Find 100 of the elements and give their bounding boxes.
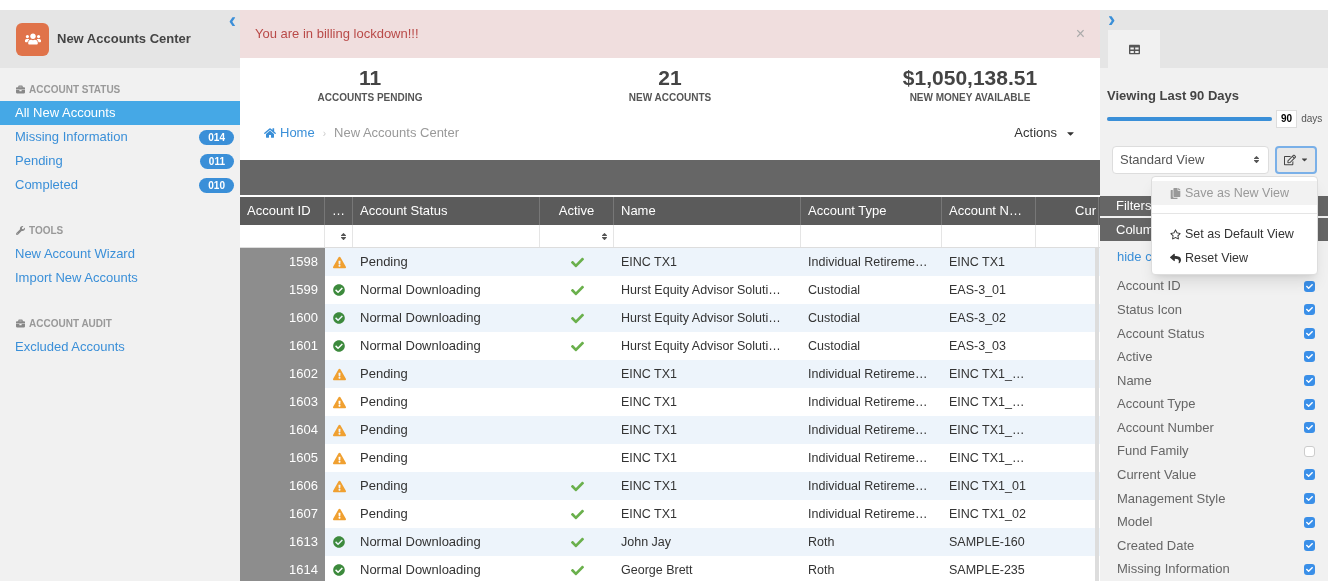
days-unit: days [1301,112,1323,126]
checkbox[interactable] [1304,280,1316,292]
account-id-cell: 1607 [240,500,325,528]
table-cell-text: Pending [359,449,409,468]
account-id-cell: 1603 [240,388,325,416]
stat-value: 21 [658,65,682,90]
table-cell-text: EINC TX1 [620,421,679,439]
stat-value: $1,050,138.51 [902,65,1038,90]
column-toggle-label: Current Value [1117,466,1197,485]
table-cell-text: EINC TX1_01 [948,477,1027,495]
table-cell-text: EAS-3_01 [948,281,1007,299]
stat-label: ACCOUNTS PENDING [317,90,423,105]
sidebar-item[interactable]: Pending 011 [0,149,240,173]
table-cell-text: Roth [807,561,836,579]
sidebar-item[interactable]: Missing Information 014 [0,125,240,149]
table-cell-text: EINC TX1_02 [948,505,1027,523]
warning-icon [332,507,346,521]
table-cell-text: SAMPLE-235 [948,561,1026,579]
checkbox[interactable] [1304,469,1316,481]
table-cell-text: Individual Retireme… [807,421,929,439]
edit-view-button[interactable] [1275,145,1317,174]
account-id-cell: 1598 [240,248,325,276]
table-row[interactable]: 1607 Pending EINC TX1 Individual Retireme… EINC TX1_02 [240,500,1100,528]
account-id-cell: 1606 [240,472,325,500]
menu-item[interactable]: Set as Default View [1152,222,1317,246]
table-row[interactable]: 1601 Normal Downloading Hurst Equity Advisor Soluti… Custodial EAS-3_03 [240,332,1100,360]
slider-fill[interactable] [1107,116,1272,121]
table-cell-text: Hurst Equity Advisor Soluti… [620,309,782,327]
account-id-cell: 1599 [240,276,325,304]
table-row[interactable]: 1614 Normal Downloading George Brett Roth SAMPLE-235 [240,556,1100,581]
account-id-cell: 1614 [240,556,325,581]
home-icon [264,127,276,139]
checkbox[interactable] [1304,445,1316,457]
stat-value: 11 [358,65,382,90]
table-cell-text: Custodial [807,281,862,299]
sort-icon[interactable] [339,231,348,241]
days-input[interactable]: 90 [1276,109,1298,128]
count-badge: 011 [199,153,234,169]
table-row[interactable]: 1600 Normal Downloading Hurst Equity Advisor Soluti… Custodial EAS-3_02 [240,304,1100,332]
table-tab[interactable] [1108,30,1160,68]
table-cell-text: Pending [359,505,409,524]
table-row[interactable]: 1613 Normal Downloading John Jay Roth SAMPLE-160 [240,528,1100,556]
warning-icon [332,423,346,437]
table-cell-text: SAMPLE-160 [948,533,1026,551]
home-link[interactable]: Home [264,123,315,143]
column-toggle-label: Active [1117,348,1153,367]
column-toggle-label: Account Status [1117,324,1205,343]
table-cell-text: EINC TX1 [620,505,679,523]
checkbox[interactable] [1304,422,1316,434]
checkbox[interactable] [1304,327,1316,339]
breadcrumb-separator: › [322,126,327,141]
table-row[interactable]: 1598 Pending EINC TX1 Individual Retireme… EINC TX1 [240,248,1100,276]
checkbox[interactable] [1304,351,1316,363]
table-cell-text: Pending [359,365,409,384]
table-cell-text: EINC TX1_… [948,365,1026,383]
table-row[interactable]: 1603 Pending EINC TX1 Individual Retireme… EINC TX1_… [240,388,1100,416]
table-cell-text: Individual Retireme… [807,477,929,495]
caret-icon [1299,155,1309,164]
sort-icon[interactable] [600,231,609,241]
sidebar-item-label: Pending [15,152,63,171]
actions-dropdown[interactable]: Actions [1014,123,1076,143]
table-row[interactable]: 1605 Pending EINC TX1 Individual Retireme… EINC TX1_… [240,444,1100,472]
table-cell-text: EINC TX1 [620,393,679,411]
table-cell-text: Custodial [807,337,862,355]
star-icon [1170,228,1181,240]
table-cell-text: EINC TX1 [620,477,679,495]
table-cell-text: George Brett [620,561,694,579]
table-cell-text: Normal Downloading [359,309,482,328]
count-badge: 014 [199,129,234,145]
checkbox[interactable] [1304,540,1316,552]
table-row[interactable]: 1602 Pending EINC TX1 Individual Retireme… EINC TX1_… [240,360,1100,388]
menu-item[interactable]: Reset View [1152,246,1317,270]
warning-icon [332,255,346,269]
sidebar-item[interactable]: Completed 010 [0,173,240,197]
table-cell-text: EINC TX1 [948,253,1007,271]
table-cell-text: Normal Downloading [359,533,482,552]
checkbox[interactable] [1304,516,1316,528]
table-cell-text: Normal Downloading [359,281,482,300]
table-cell-text: Pending [359,421,409,440]
checkbox[interactable] [1304,398,1316,410]
alert-message: You are in billing lockdown!!! [255,25,419,44]
table-row[interactable]: 1599 Normal Downloading Hurst Equity Advisor Soluti… Custodial EAS-3_01 [240,276,1100,304]
checkbox[interactable] [1304,563,1316,575]
sidebar-item-label: New Account Wizard [15,245,135,264]
checkbox[interactable] [1304,304,1316,316]
sidebar-item-label: Completed [15,176,78,195]
copy-icon [1170,187,1181,199]
briefcase-icon [16,319,25,328]
table-cell-text: Pending [359,477,409,496]
table-row[interactable]: 1606 Pending EINC TX1 Individual Retireme… EINC TX1_01 [240,472,1100,500]
table-cell-text: Normal Downloading [359,337,482,356]
checkbox[interactable] [1304,374,1316,386]
table-cell-text: Individual Retireme… [807,449,929,467]
column-toggle-label: Missing Information [1117,560,1230,579]
view-select[interactable]: Standard View [1112,145,1269,174]
checkbox[interactable] [1304,492,1316,504]
account-id-cell: 1600 [240,304,325,332]
table-row[interactable]: 1604 Pending EINC TX1 Individual Retireme… EINC TX1_… [240,416,1100,444]
sidebar-item-label: Excluded Accounts [15,338,125,357]
account-id-cell: 1605 [240,444,325,472]
